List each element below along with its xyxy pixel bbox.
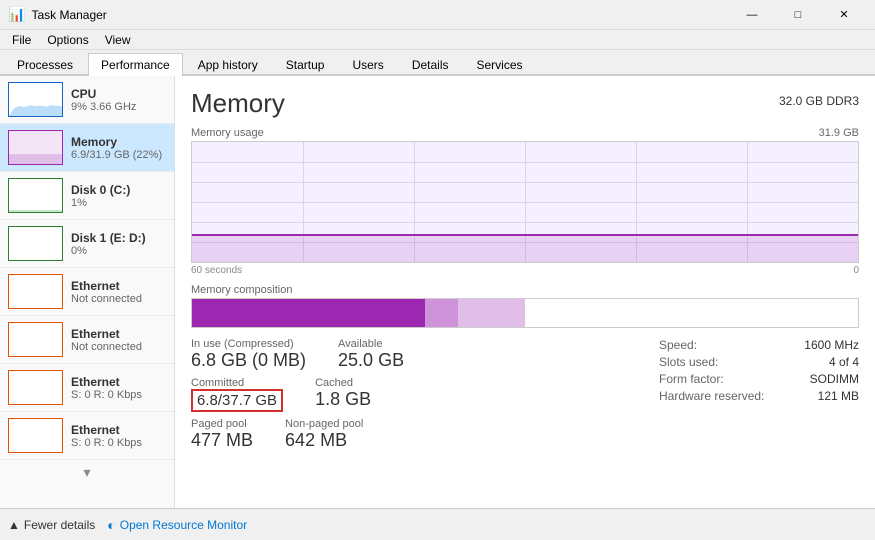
paged-pool-label: Paged pool (191, 418, 253, 430)
comp-standby (458, 299, 525, 327)
disk1-graph (8, 226, 63, 261)
chart-time-labels: 60 seconds 0 (191, 265, 859, 276)
memory-graph (8, 130, 63, 165)
stats-row-1: In use (Compressed) 6.8 GB (0 MB) Availa… (191, 338, 639, 371)
eth2-label: Ethernet (71, 327, 166, 341)
panel-subtitle: 32.0 GB DDR3 (779, 94, 859, 108)
cpu-value: 9% 3.66 GHz (71, 101, 166, 113)
tab-processes[interactable]: Processes (4, 53, 86, 76)
memory-fill-area (192, 236, 858, 262)
sidebar-item-disk1[interactable]: Disk 1 (E: D:) 0% (0, 220, 174, 268)
memory-chart (192, 142, 858, 262)
sidebar: CPU 9% 3.66 GHz Memory 6.9/31.9 GB (22%)… (0, 76, 175, 508)
tab-performance[interactable]: Performance (88, 53, 183, 76)
stats-row-2: Committed 6.8/37.7 GB Cached 1.8 GB (191, 377, 639, 412)
in-use-label: In use (Compressed) (191, 338, 306, 350)
bottom-bar: ▲ Fewer details ◐ Open Resource Monitor (0, 508, 875, 540)
eth4-label: Ethernet (71, 423, 166, 437)
composition-label: Memory composition (191, 284, 859, 296)
cached-label: Cached (315, 377, 371, 389)
disk1-label: Disk 1 (E: D:) (71, 231, 166, 245)
tab-app-history[interactable]: App history (185, 53, 271, 76)
window-controls: — □ ✕ (729, 0, 867, 30)
cpu-label: CPU (71, 87, 166, 101)
title-bar: 📊 Task Manager — □ ✕ (0, 0, 875, 30)
memory-label: Memory (71, 135, 166, 149)
eth2-value: Not connected (71, 341, 166, 353)
non-paged-pool-value: 642 MB (285, 430, 363, 451)
stats-row-3: Paged pool 477 MB Non-paged pool 642 MB (191, 418, 639, 451)
app-icon: 📊 (8, 6, 25, 23)
sidebar-item-disk0[interactable]: Disk 0 (C:) 1% (0, 172, 174, 220)
comp-free (525, 299, 858, 327)
eth3-value: S: 0 R: 0 Kbps (71, 389, 166, 401)
sidebar-item-eth2[interactable]: Ethernet Not connected (0, 316, 174, 364)
title-bar-text: Task Manager (31, 8, 106, 22)
eth1-value: Not connected (71, 293, 166, 305)
menu-view[interactable]: View (97, 31, 139, 49)
slots-label: Slots used: (659, 355, 718, 369)
sidebar-item-memory[interactable]: Memory 6.9/31.9 GB (22%) (0, 124, 174, 172)
maximize-button[interactable]: □ (775, 0, 821, 30)
panel-header: Memory 32.0 GB DDR3 (191, 88, 859, 119)
tab-bar: Processes Performance App history Startu… (0, 50, 875, 76)
cached-value: 1.8 GB (315, 389, 371, 410)
fewer-details-button[interactable]: ▲ Fewer details (8, 518, 95, 532)
available-label: Available (338, 338, 404, 350)
tab-startup[interactable]: Startup (273, 53, 338, 76)
eth4-value: S: 0 R: 0 Kbps (71, 437, 166, 449)
disk0-value: 1% (71, 197, 166, 209)
memory-chart-container (191, 141, 859, 263)
chart-label: Memory usage 31.9 GB (191, 127, 859, 139)
in-use-value: 6.8 GB (0 MB) (191, 350, 306, 371)
open-resource-monitor-link[interactable]: ◐ Open Resource Monitor (107, 517, 247, 533)
committed-label: Committed (191, 377, 283, 389)
sidebar-item-eth1[interactable]: Ethernet Not connected (0, 268, 174, 316)
menu-bar: File Options View (0, 30, 875, 50)
resource-monitor-icon: ◐ (107, 517, 115, 533)
disk0-label: Disk 0 (C:) (71, 183, 166, 197)
tab-details[interactable]: Details (399, 53, 462, 76)
sidebar-item-eth3[interactable]: Ethernet S: 0 R: 0 Kbps (0, 364, 174, 412)
available-value: 25.0 GB (338, 350, 404, 371)
tab-services[interactable]: Services (464, 53, 536, 76)
eth1-graph (8, 274, 63, 309)
right-panel: Memory 32.0 GB DDR3 Memory usage 31.9 GB (175, 76, 875, 508)
scroll-down-arrow[interactable]: ▾ (0, 460, 174, 485)
composition-bar (191, 298, 859, 328)
tab-users[interactable]: Users (339, 53, 396, 76)
menu-options[interactable]: Options (39, 31, 96, 49)
disk0-graph (8, 178, 63, 213)
panel-title: Memory (191, 88, 285, 119)
slots-value: 4 of 4 (829, 355, 859, 369)
eth3-graph (8, 370, 63, 405)
speed-label: Speed: (659, 338, 697, 352)
eth1-label: Ethernet (71, 279, 166, 293)
minimize-button[interactable]: — (729, 0, 775, 30)
sidebar-item-eth4[interactable]: Ethernet S: 0 R: 0 Kbps (0, 412, 174, 460)
right-stats: Speed: 1600 MHz Slots used: 4 of 4 Form … (639, 338, 859, 451)
non-paged-pool-label: Non-paged pool (285, 418, 363, 430)
eth4-graph (8, 418, 63, 453)
disk1-value: 0% (71, 245, 166, 257)
form-label: Form factor: (659, 372, 724, 386)
sidebar-item-cpu[interactable]: CPU 9% 3.66 GHz (0, 76, 174, 124)
comp-in-use (192, 299, 425, 327)
memory-value: 6.9/31.9 GB (22%) (71, 149, 166, 161)
paged-pool-value: 477 MB (191, 430, 253, 451)
committed-value: 6.8/37.7 GB (191, 389, 283, 412)
hw-reserved-value: 121 MB (818, 389, 859, 403)
form-value: SODIMM (810, 372, 859, 386)
comp-modified (425, 299, 458, 327)
main-content: CPU 9% 3.66 GHz Memory 6.9/31.9 GB (22%)… (0, 76, 875, 508)
close-button[interactable]: ✕ (821, 0, 867, 30)
eth3-label: Ethernet (71, 375, 166, 389)
stats-section: In use (Compressed) 6.8 GB (0 MB) Availa… (191, 338, 859, 451)
menu-file[interactable]: File (4, 31, 39, 49)
hw-reserved-label: Hardware reserved: (659, 389, 764, 403)
cpu-graph (8, 82, 63, 117)
eth2-graph (8, 322, 63, 357)
chevron-up-icon: ▲ (8, 518, 20, 532)
speed-value: 1600 MHz (804, 338, 859, 352)
